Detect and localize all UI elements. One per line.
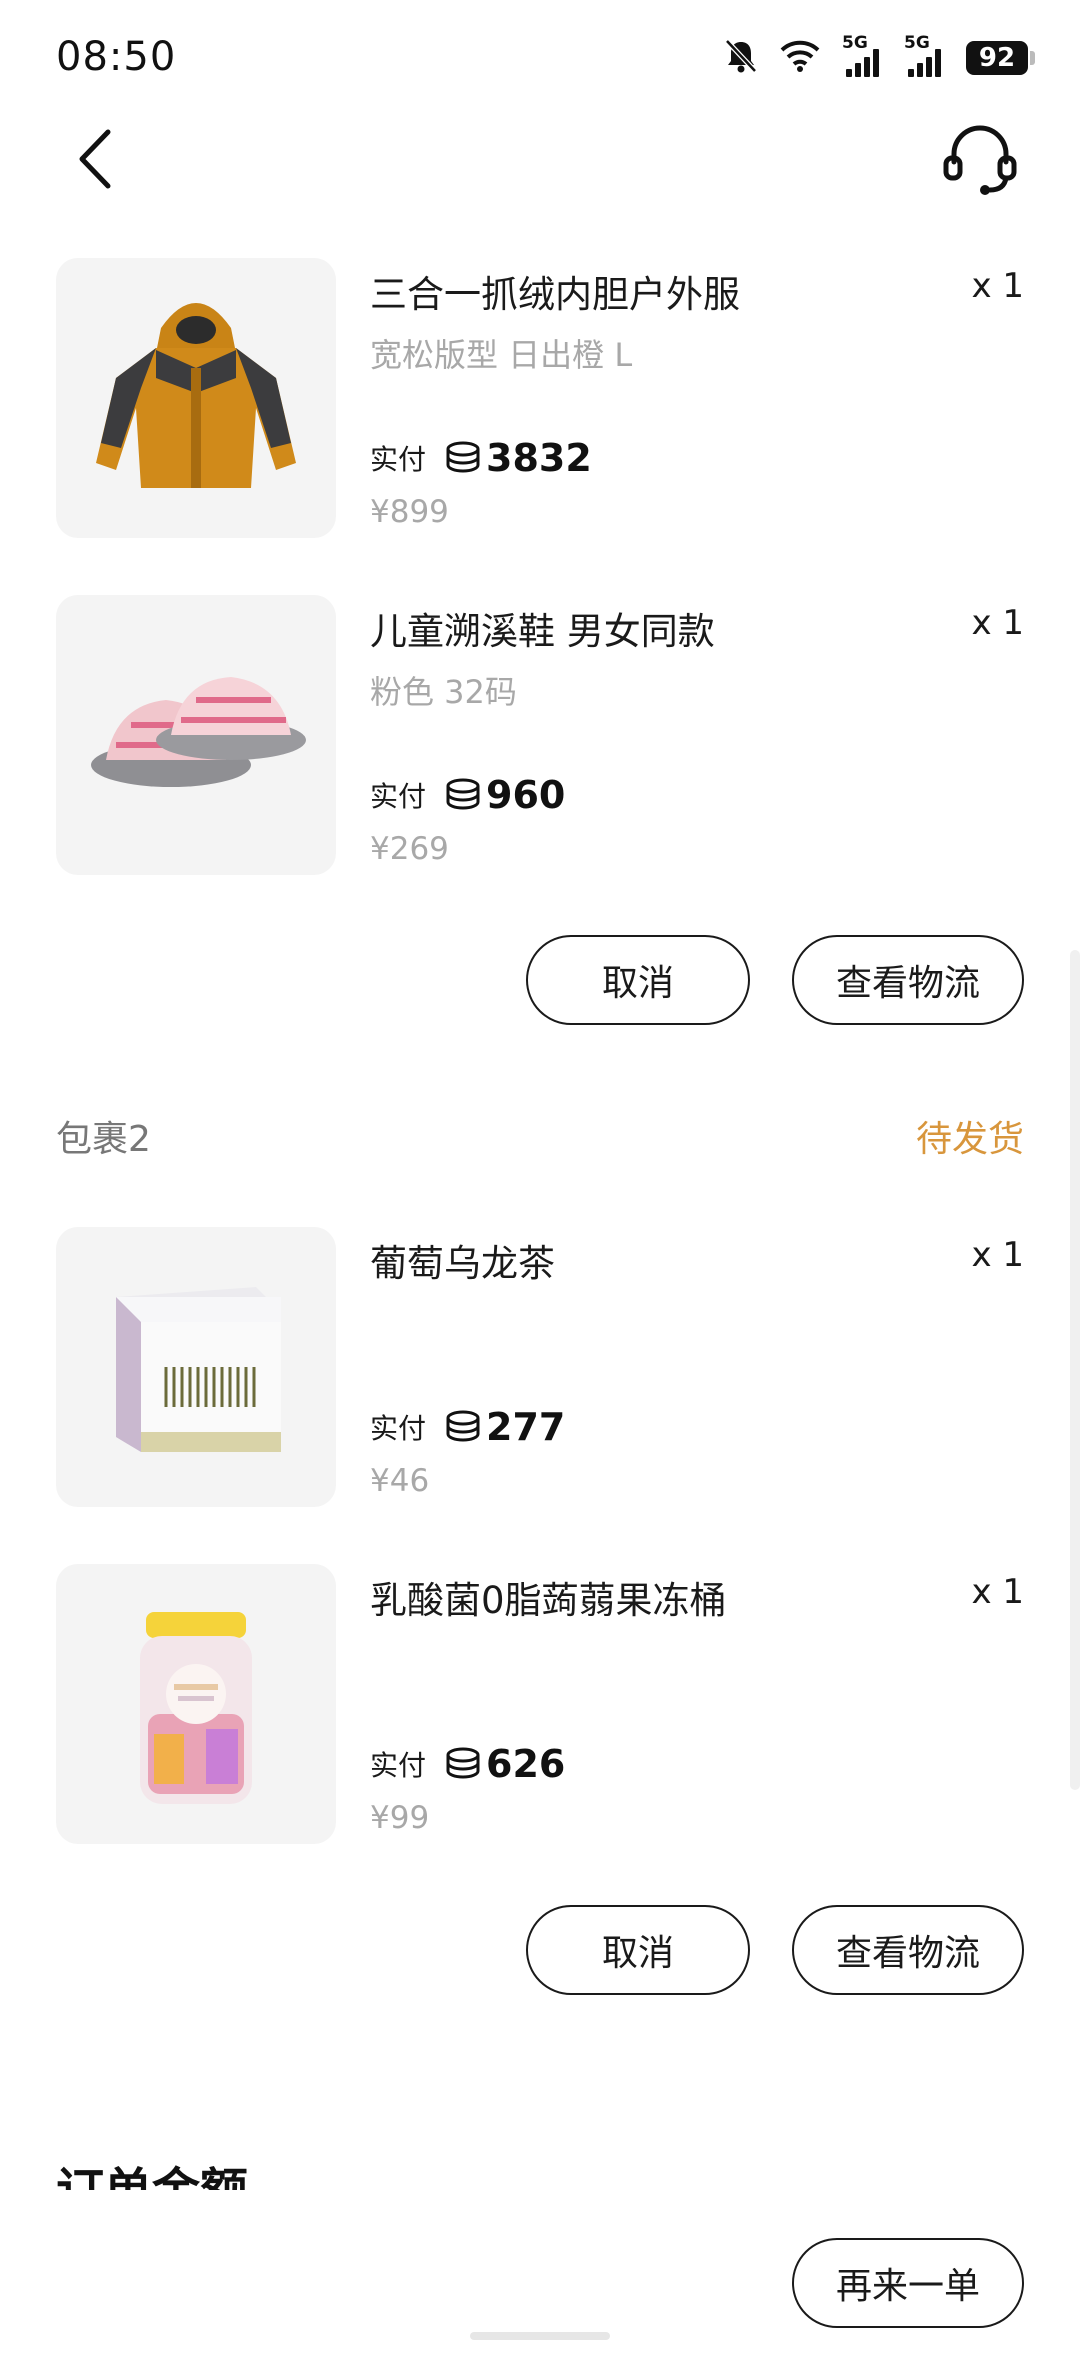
battery-icon: 92 — [966, 41, 1035, 75]
item-name: 乳酸菌0脂蒟蒻果冻桶 — [370, 1579, 727, 1622]
item-spec: 宽松版型 日出橙 L — [370, 336, 633, 374]
mute-bell-icon — [724, 38, 758, 78]
item-spec: 粉色 32码 — [370, 673, 517, 711]
item-qty: x 1 — [971, 266, 1024, 306]
cancel-button[interactable]: 取消 — [526, 1905, 750, 1995]
product-image-sandals — [56, 595, 336, 875]
order-item[interactable]: 葡萄乌龙茶 x 1 实付 277 ¥46 — [56, 1227, 1024, 1507]
item-price: ¥46 — [370, 1463, 430, 1499]
item-name: 葡萄乌龙茶 — [370, 1242, 555, 1285]
item-qty: x 1 — [971, 1572, 1024, 1612]
order-detail-page: 08:50 5G 5G 92 三合一抓绒内胆户外服 x 1 宽松版型 日出橙 L… — [0, 0, 1080, 2376]
coin-stack-icon — [446, 441, 480, 473]
package-title: 包裹2 — [56, 1119, 151, 1160]
scrollbar[interactable] — [1070, 950, 1080, 1790]
item-name: 儿童溯溪鞋 男女同款 — [370, 610, 715, 653]
chevron-left-icon — [79, 129, 111, 189]
signal-icon-2: 5G — [904, 33, 944, 77]
paid-row: 实付 277 — [370, 1405, 565, 1449]
view-logistics-button[interactable]: 查看物流 — [792, 1905, 1024, 1995]
view-logistics-button[interactable]: 查看物流 — [792, 935, 1024, 1025]
status-bar: 08:50 5G 5G 92 — [0, 0, 1080, 120]
paid-row: 实付 626 — [370, 1742, 565, 1786]
product-image-jacket — [56, 258, 336, 538]
item-price: ¥269 — [370, 831, 449, 867]
product-image-jelly-bucket — [56, 1564, 336, 1844]
item-qty: x 1 — [971, 603, 1024, 643]
product-image-tea-box — [56, 1227, 336, 1507]
paid-row: 实付 3832 — [370, 436, 592, 480]
coin-stack-icon — [446, 778, 480, 810]
status-icons: 5G 5G 92 — [724, 33, 1035, 78]
paid-label: 实付 — [370, 1412, 427, 1445]
status-time: 08:50 — [56, 34, 177, 80]
item-qty: x 1 — [971, 1235, 1024, 1275]
headset-icon — [943, 125, 1017, 195]
order-item[interactable]: 乳酸菌0脂蒟蒻果冻桶 x 1 实付 626 ¥99 — [56, 1564, 1024, 1844]
package-status: 待发货 — [915, 1119, 1024, 1160]
paid-label: 实付 — [370, 443, 427, 476]
paid-amount: 3832 — [486, 436, 592, 480]
customer-service-button[interactable] — [940, 118, 1020, 198]
paid-amount: 277 — [486, 1405, 566, 1449]
coin-stack-icon — [446, 1410, 480, 1442]
home-indicator[interactable] — [470, 2332, 610, 2340]
order-amount-title: 订单金额 — [56, 2156, 248, 2190]
order-item[interactable]: 儿童溯溪鞋 男女同款 x 1 粉色 32码 实付 960 ¥269 — [56, 595, 1024, 875]
cancel-button[interactable]: 取消 — [526, 935, 750, 1025]
wifi-icon — [780, 39, 820, 77]
item-name: 三合一抓绒内胆户外服 — [370, 273, 740, 316]
paid-amount: 960 — [486, 773, 566, 817]
signal-icon-1: 5G — [842, 33, 882, 77]
back-button[interactable] — [70, 124, 130, 194]
order-item[interactable]: 三合一抓绒内胆户外服 x 1 宽松版型 日出橙 L 实付 3832 ¥899 — [56, 258, 1024, 538]
paid-amount: 626 — [486, 1742, 566, 1786]
coin-stack-icon — [446, 1747, 480, 1779]
paid-label: 实付 — [370, 780, 427, 813]
paid-row: 实付 960 — [370, 773, 565, 817]
item-price: ¥99 — [370, 1800, 430, 1836]
item-price: ¥899 — [370, 494, 449, 530]
reorder-button[interactable]: 再来一单 — [792, 2238, 1024, 2328]
paid-label: 实付 — [370, 1749, 427, 1782]
